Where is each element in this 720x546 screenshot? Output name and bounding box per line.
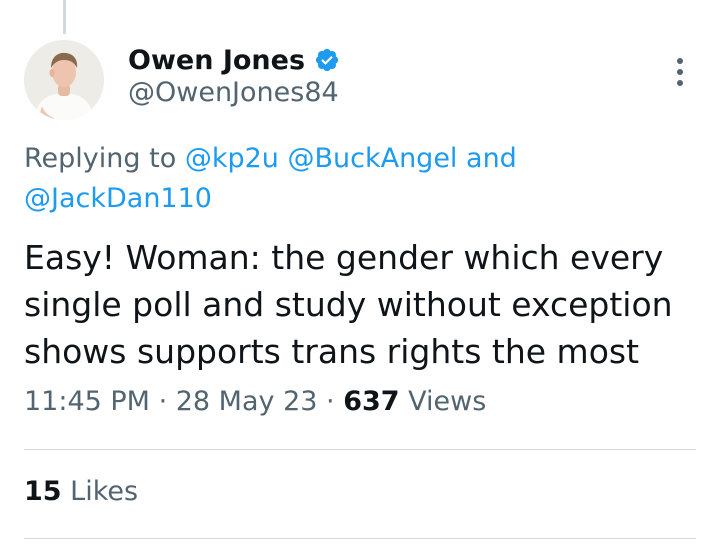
- tweet-metadata: 11:45 PM · 28 May 23 · 637 Views: [24, 386, 486, 417]
- divider: [24, 538, 696, 539]
- mention-conjunction[interactable]: and: [457, 143, 517, 174]
- tweet-time[interactable]: 11:45 PM: [24, 386, 150, 417]
- meta-separator: ·: [317, 386, 344, 417]
- divider: [24, 449, 696, 450]
- author-name-row: Owen Jones: [128, 40, 340, 80]
- tweet-date[interactable]: 28 May 23: [176, 386, 318, 417]
- author-handle[interactable]: @OwenJones84: [128, 77, 339, 108]
- more-options-icon[interactable]: [668, 56, 692, 88]
- mention-link-kp2u[interactable]: @kp2u: [185, 143, 279, 174]
- likes-stat[interactable]: 15 Likes: [24, 476, 138, 507]
- likes-label: Likes: [61, 476, 139, 507]
- mention-link-jackdan110[interactable]: @JackDan110: [24, 183, 212, 214]
- more-dot: [677, 80, 683, 86]
- avatar[interactable]: [24, 40, 104, 120]
- replying-to-prefix: Replying to: [24, 143, 185, 174]
- more-dot: [677, 69, 683, 75]
- verified-badge-icon: [315, 48, 339, 72]
- thread-connector-line: [63, 0, 66, 34]
- author-display-name[interactable]: Owen Jones: [128, 45, 305, 76]
- more-dot: [677, 58, 683, 64]
- views-label: Views: [399, 386, 487, 417]
- tweet-text-line: shows supports trans rights the most: [24, 332, 640, 371]
- views-count: 637: [343, 386, 400, 417]
- tweet-text-line: single poll and study without exception: [24, 285, 673, 324]
- tweet-text-line: Easy! Woman: the gender which every: [24, 238, 664, 277]
- meta-separator: ·: [149, 386, 176, 417]
- replying-to-line: Replying to @kp2u @BuckAngel and @JackDan…: [24, 139, 624, 219]
- mention-link-buckangel[interactable]: @BuckAngel: [287, 143, 457, 174]
- profile-photo-icon: [24, 40, 104, 120]
- tweet-text: Easy! Woman: the gender which every sing…: [24, 234, 704, 375]
- likes-count: 15: [24, 476, 62, 507]
